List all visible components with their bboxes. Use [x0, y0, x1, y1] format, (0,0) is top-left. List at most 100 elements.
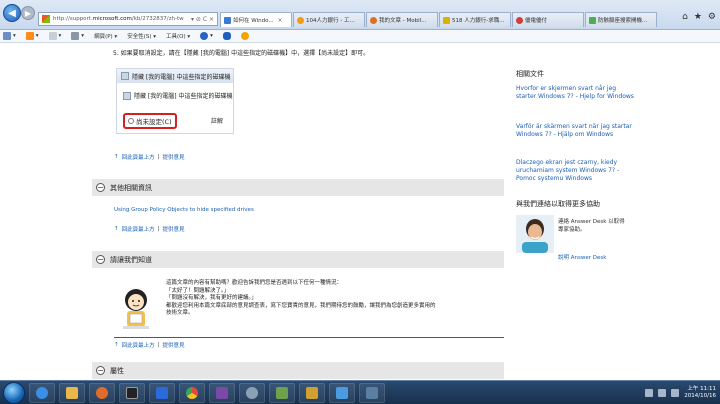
clock-date: 2014/10/16 — [684, 392, 716, 399]
feedback-text: 這篇文章的內容有幫助嗎？歡迎告訴我們您是否遇到以下任何一種情況： 「太好了！問題… — [166, 280, 436, 317]
help-menu-button[interactable]: ▾ — [200, 32, 213, 40]
radio-icon — [128, 118, 134, 124]
up-arrow-icon: ↑ — [114, 154, 119, 160]
section-related-info[interactable]: − 其他相關資訊 — [92, 179, 504, 196]
tab-close-icon[interactable]: × — [278, 17, 283, 24]
window-controls: ⌂ ★ ⚙ — [682, 12, 716, 22]
feeds-menu-button[interactable]: ▾ — [25, 32, 39, 40]
app-icon — [306, 386, 318, 399]
folder-icon — [66, 386, 78, 399]
network-taskbar-button[interactable] — [329, 382, 355, 403]
back-to-top-3: ↑ 回此頁最上方 | 提供意見 — [114, 341, 185, 349]
photo-icon — [216, 386, 228, 399]
tools-menu-button[interactable]: 工具(O) ▾ — [166, 32, 190, 40]
cmd-taskbar-button[interactable] — [119, 382, 145, 403]
page-menu-button[interactable]: 網頁(P) ▾ — [94, 32, 117, 40]
feedback-link[interactable]: 提供意見 — [162, 341, 184, 349]
tab-favicon-icon — [297, 16, 304, 24]
tab-windows-article[interactable]: 如何在 Windo... × — [220, 12, 292, 27]
feedback-link[interactable]: 提供意見 — [162, 225, 184, 233]
section-tell-us[interactable]: − 請讓我們知道 — [92, 251, 504, 268]
addon-button[interactable] — [240, 32, 249, 40]
rss-icon — [25, 32, 34, 40]
back-button[interactable]: ◀ — [3, 4, 21, 22]
mail-menu-button[interactable]: ▾ — [48, 32, 61, 40]
tab-favicon-icon — [370, 16, 377, 24]
tools-gear-icon[interactable]: ⚙ — [708, 12, 716, 22]
tool-taskbar-button[interactable] — [269, 382, 295, 403]
section-properties[interactable]: − 屬性 — [92, 362, 504, 379]
tab-label: 104人力銀行 - 工... — [306, 18, 355, 24]
related-link-swedish[interactable]: Varför är skärmen svart när jag startar … — [516, 123, 636, 139]
policy-screenshot: 隱藏 [我的電腦] 中這些指定的磁碟機 隱藏 [我的電腦] 中這些指定的磁碟機 … — [116, 68, 234, 134]
feedback-block: 這篇文章的內容有幫助嗎？歡迎告訴我們您是否遇到以下任何一種情況： 「太好了！問題… — [114, 280, 504, 338]
back-to-top-link[interactable]: 回此頁最上方 — [122, 225, 155, 233]
home-icon[interactable]: ⌂ — [682, 12, 688, 22]
tray-volume-icon[interactable] — [658, 388, 667, 397]
ie-taskbar-button[interactable] — [29, 382, 55, 403]
settings-icon — [246, 386, 258, 399]
support-cartoon-icon — [123, 289, 149, 329]
related-link-polish[interactable]: Dlaczego ekran jest czarny, kiedy urucha… — [516, 159, 636, 183]
forward-button[interactable]: ▶ — [21, 6, 35, 20]
page-favicon-icon — [42, 15, 50, 23]
explorer-taskbar-button[interactable] — [59, 382, 85, 403]
collapse-icon[interactable]: − — [96, 255, 105, 264]
collapse-icon[interactable]: − — [96, 366, 105, 375]
tab-518[interactable]: 518 人力銀行-求職... — [439, 12, 511, 27]
tray-flag-icon[interactable] — [671, 388, 680, 397]
favorites-icon[interactable]: ★ — [694, 12, 702, 22]
help-icon — [200, 32, 209, 40]
start-button[interactable] — [3, 381, 25, 404]
clock[interactable]: 上午 11:11 2014/10/16 — [684, 386, 716, 400]
answer-desk-link[interactable]: 說明 Answer Desk — [558, 255, 618, 263]
bluetooth-button[interactable] — [222, 32, 231, 40]
settings-taskbar-button[interactable] — [239, 382, 265, 403]
tool-icon — [276, 386, 288, 399]
answer-desk-avatar — [516, 215, 554, 253]
screen-taskbar-button[interactable] — [359, 382, 385, 403]
chrome-icon — [186, 386, 198, 399]
network-icon — [336, 386, 348, 399]
word-taskbar-button[interactable] — [149, 382, 175, 403]
word-icon — [156, 386, 168, 399]
photo-taskbar-button[interactable] — [209, 382, 235, 403]
group-policy-link[interactable]: Using Group Policy Objects to hide speci… — [114, 207, 254, 213]
feedback-link[interactable]: 提供意見 — [162, 153, 184, 161]
browser-toolbar: ◀ ▶ http://support.microsoft.com/kb/2732… — [0, 0, 720, 30]
clock-time: 上午 11:11 — [687, 385, 716, 392]
app2-taskbar-button[interactable] — [299, 382, 325, 403]
safety-menu-button[interactable]: 安全性(S) ▾ — [127, 32, 156, 40]
help-title: 與我們連絡以取得更多協助 — [516, 200, 600, 208]
tab-security[interactable]: 防駭腳座搜索開機... — [585, 12, 657, 27]
tab-104[interactable]: 104人力銀行 - 工... — [293, 12, 365, 27]
address-bar[interactable]: http://support.microsoft.com/kb/2732837/… — [38, 12, 218, 26]
answer-desk-text: 連絡 Answer Desk 以取得專家協助。 — [558, 219, 625, 233]
cmd-icon — [126, 386, 138, 399]
media-player-taskbar-button[interactable] — [89, 382, 115, 403]
bluetooth-icon — [222, 32, 231, 40]
mail-icon — [48, 32, 57, 40]
tab-youdian[interactable]: 優電優付 — [512, 12, 584, 27]
print-menu-button[interactable]: ▾ — [71, 32, 84, 40]
address-controls[interactable]: ▾ ⊘ C × — [191, 16, 217, 23]
window-icon — [121, 72, 129, 80]
back-to-top-link[interactable]: 回此頁最上方 — [122, 153, 155, 161]
related-link-norwegian[interactable]: Hvorfor er skjermen svart når jeg starte… — [516, 85, 636, 101]
back-to-top-link[interactable]: 回此頁最上方 — [122, 341, 155, 349]
tab-mobile[interactable]: 我的文章 - Mobil... — [366, 12, 438, 27]
back-to-top-1: ↑ 回此頁最上方 | 提供意見 — [114, 153, 185, 161]
up-arrow-icon: ↑ — [114, 226, 119, 232]
tab-label: 如何在 Windo... — [233, 18, 274, 24]
collapse-icon[interactable]: − — [96, 183, 105, 192]
address-url[interactable]: http://support.microsoft.com/kb/2732837/… — [53, 16, 188, 22]
addon-icon — [240, 32, 249, 40]
home-menu-button[interactable]: ▾ — [3, 32, 16, 40]
tab-label: 我的文章 - Mobil... — [379, 18, 427, 24]
back-to-top-2: ↑ 回此頁最上方 | 提供意見 — [114, 225, 185, 233]
chrome-taskbar-button[interactable] — [179, 382, 205, 403]
screenshot-policy-row: 隱藏 [我的電腦] 中這些指定的磁碟機 — [123, 91, 233, 100]
tab-favicon-icon — [443, 16, 450, 24]
tray-network-icon[interactable] — [645, 388, 654, 397]
tab-favicon-icon — [516, 16, 523, 24]
